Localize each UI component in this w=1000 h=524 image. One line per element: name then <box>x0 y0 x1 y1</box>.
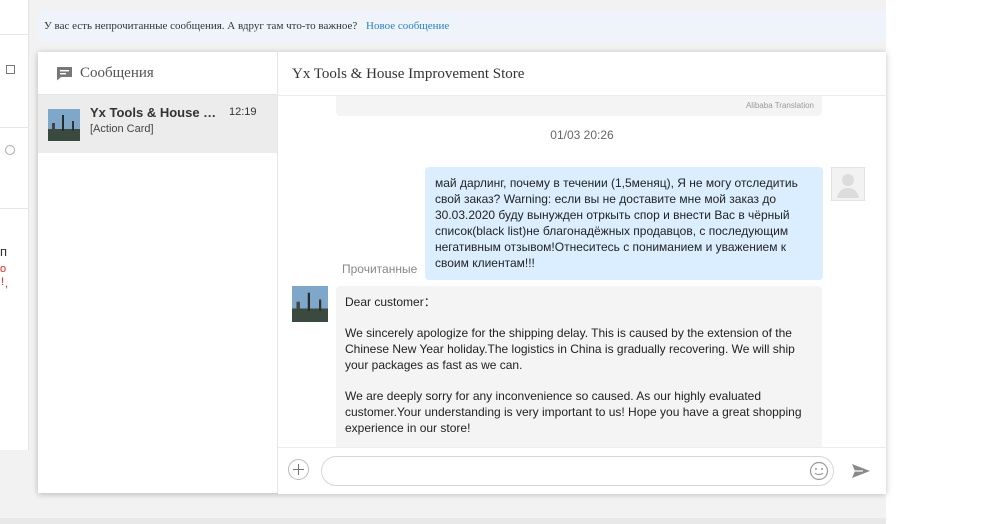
new-message-link[interactable]: Новое сообщение <box>366 20 449 32</box>
conversation-time: 12:19 <box>229 106 257 118</box>
messenger-window: Сообщения Yx Tools & House Improvement S… <box>38 52 886 494</box>
background-page-left: п о ! , <box>0 0 29 450</box>
emoji-icon[interactable] <box>809 461 829 481</box>
conversation-list-header: Сообщения <box>38 52 277 95</box>
background-text: ! <box>1 276 5 288</box>
store-avatar <box>48 109 80 141</box>
background-text: о <box>0 263 7 275</box>
conversation-list-title: Сообщения <box>80 64 154 81</box>
chat-bubble-icon <box>57 66 72 80</box>
translation-label: Alibaba Translation <box>745 101 814 110</box>
date-separator: 01/03 20:26 <box>550 128 614 142</box>
user-placeholder-icon <box>837 174 859 198</box>
chat-title: Yx Tools & House Improvement Store <box>278 52 886 96</box>
conversation-item[interactable]: Yx Tools & House Improvement Store 12:19… <box>38 95 277 153</box>
user-avatar <box>831 167 865 201</box>
read-status: Прочитанные <box>342 262 418 276</box>
background-text: , <box>5 278 9 290</box>
send-icon[interactable] <box>851 461 871 481</box>
divider <box>0 208 28 209</box>
background-page-bottom <box>0 518 886 524</box>
divider <box>0 34 28 35</box>
message-paragraph: We sincerely apologize for the shipping … <box>345 326 795 372</box>
background-text: п <box>0 244 8 259</box>
conversation-list-pane: Сообщения Yx Tools & House Improvement S… <box>38 52 278 493</box>
message-paragraph: Dear customer： <box>345 295 436 309</box>
conversation-name: Yx Tools & House Improvement Store <box>90 105 218 120</box>
unread-notice-bar: У вас есть непрочитанные сообщения. А вд… <box>38 10 886 42</box>
message-paragraph: We are deeply sorry for any inconvenienc… <box>345 389 802 435</box>
chat-pane: Yx Tools & House Improvement Store Aliba… <box>278 52 886 494</box>
message-history[interactable]: Alibaba Translation 01/03 20:26 май дарл… <box>278 96 886 447</box>
outgoing-message-bubble: май дарлинг, почему в течении (1,5меняц)… <box>425 167 823 280</box>
checkbox-icon <box>6 65 15 74</box>
incoming-message-bubble: Dear customer： We sincerely apologize fo… <box>336 286 822 447</box>
previous-message-bubble: Alibaba Translation <box>336 96 822 116</box>
unread-notice-text: У вас есть непрочитанные сообщения. А вд… <box>44 20 358 32</box>
message-composer <box>278 447 886 494</box>
background-page-right <box>886 0 1000 524</box>
minus-circle-icon <box>5 145 15 155</box>
message-input[interactable] <box>321 456 834 486</box>
plus-icon[interactable] <box>288 459 309 480</box>
divider <box>0 127 28 128</box>
conversation-preview: [Action Card] <box>90 123 154 135</box>
store-avatar <box>292 286 328 322</box>
